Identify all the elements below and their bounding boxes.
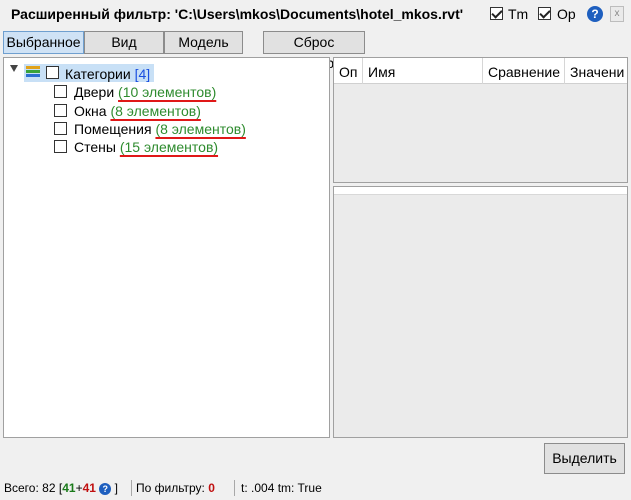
tree-item-label: Двери <box>74 84 115 100</box>
tree-item-label: Помещения <box>74 121 152 137</box>
status-plus: + <box>75 481 83 495</box>
tree-item-count: (8 элементов) <box>110 103 201 119</box>
status-bar: Всего: 82 [41+41 ? ] По фильтру: 0 t: .0… <box>0 477 631 500</box>
grid-header: Оп Имя Сравнение Значени <box>334 58 627 84</box>
window-title: Расширенный фильтр: 'C:\Users\mkos\Docum… <box>11 6 464 22</box>
tree-item-label: Окна <box>74 103 107 119</box>
tree-item-checkbox[interactable] <box>54 85 67 98</box>
tree-item-rooms[interactable]: Помещения (8 элементов) <box>74 121 246 137</box>
category-tree[interactable]: Категории [4] Двери (10 элементов) Окна … <box>3 57 330 438</box>
column-header-value[interactable]: Значени <box>565 58 627 84</box>
status-separator <box>234 480 235 496</box>
column-header-op[interactable]: Оп <box>334 58 363 84</box>
category-stack-icon <box>26 66 40 79</box>
tab-selected[interactable]: Выбранное <box>3 31 84 54</box>
status-timing: t: .004 tm: True <box>241 481 322 495</box>
op-checkbox[interactable] <box>538 7 551 20</box>
reset-filter-button[interactable]: Сброс фильтра <box>263 31 365 71</box>
help-icon[interactable]: ? <box>587 6 603 22</box>
status-part-red: 41 <box>82 481 96 495</box>
status-filter-value: 0 <box>208 481 215 495</box>
tm-label: Tm <box>508 6 529 22</box>
tree-item-count: (10 элементов) <box>118 84 217 100</box>
tree-item-label: Стены <box>74 139 116 155</box>
status-total: Всего: 82 [41+41 ? ] <box>4 481 118 495</box>
tm-checkbox[interactable] <box>490 7 503 20</box>
status-bracket-close: ] <box>114 481 118 495</box>
column-header-comparison[interactable]: Сравнение <box>483 58 565 84</box>
status-t-value: .004 <box>251 481 275 495</box>
tree-root-label: Категории <box>65 66 131 82</box>
column-header-name[interactable]: Имя <box>363 58 483 84</box>
help-icon[interactable]: ? <box>99 482 112 495</box>
expand-arrow-icon[interactable] <box>10 65 18 72</box>
tree-item-windows[interactable]: Окна (8 элементов) <box>74 103 201 119</box>
tree-item-count: (15 элементов) <box>119 139 219 155</box>
tree-root-count: [4] <box>134 66 151 82</box>
details-header <box>334 187 627 195</box>
tree-item-checkbox[interactable] <box>54 122 67 135</box>
status-part-green: 41 <box>62 481 76 495</box>
tree-item-doors[interactable]: Двери (10 элементов) <box>74 84 216 100</box>
op-label: Op <box>557 6 576 22</box>
tree-root-checkbox[interactable] <box>46 66 59 79</box>
status-total-value: 82 <box>42 481 56 495</box>
tree-root-item[interactable]: Категории [4] <box>65 66 150 82</box>
tab-model[interactable]: Модель <box>164 31 243 54</box>
details-panel[interactable] <box>333 186 628 438</box>
close-icon[interactable]: x <box>610 6 624 22</box>
tree-item-checkbox[interactable] <box>54 140 67 153</box>
title-bar: Расширенный фильтр: 'C:\Users\mkos\Docum… <box>0 0 631 29</box>
status-total-label: Всего: <box>4 481 39 495</box>
filter-conditions-grid[interactable]: Оп Имя Сравнение Значени <box>333 57 628 183</box>
status-t-label: t: <box>241 481 248 495</box>
status-tm-value: True <box>297 481 322 495</box>
tree-item-count: (8 элементов) <box>155 121 246 137</box>
tree-item-walls[interactable]: Стены (15 элементов) <box>74 139 218 155</box>
status-filter: По фильтру: 0 <box>136 481 215 495</box>
status-tm-label: tm: <box>277 481 295 495</box>
status-separator <box>131 480 132 496</box>
tree-item-checkbox[interactable] <box>54 104 67 117</box>
select-button[interactable]: Выделить <box>544 443 625 474</box>
tab-view[interactable]: Вид <box>84 31 164 54</box>
status-filter-label: По фильтру: <box>136 481 205 495</box>
